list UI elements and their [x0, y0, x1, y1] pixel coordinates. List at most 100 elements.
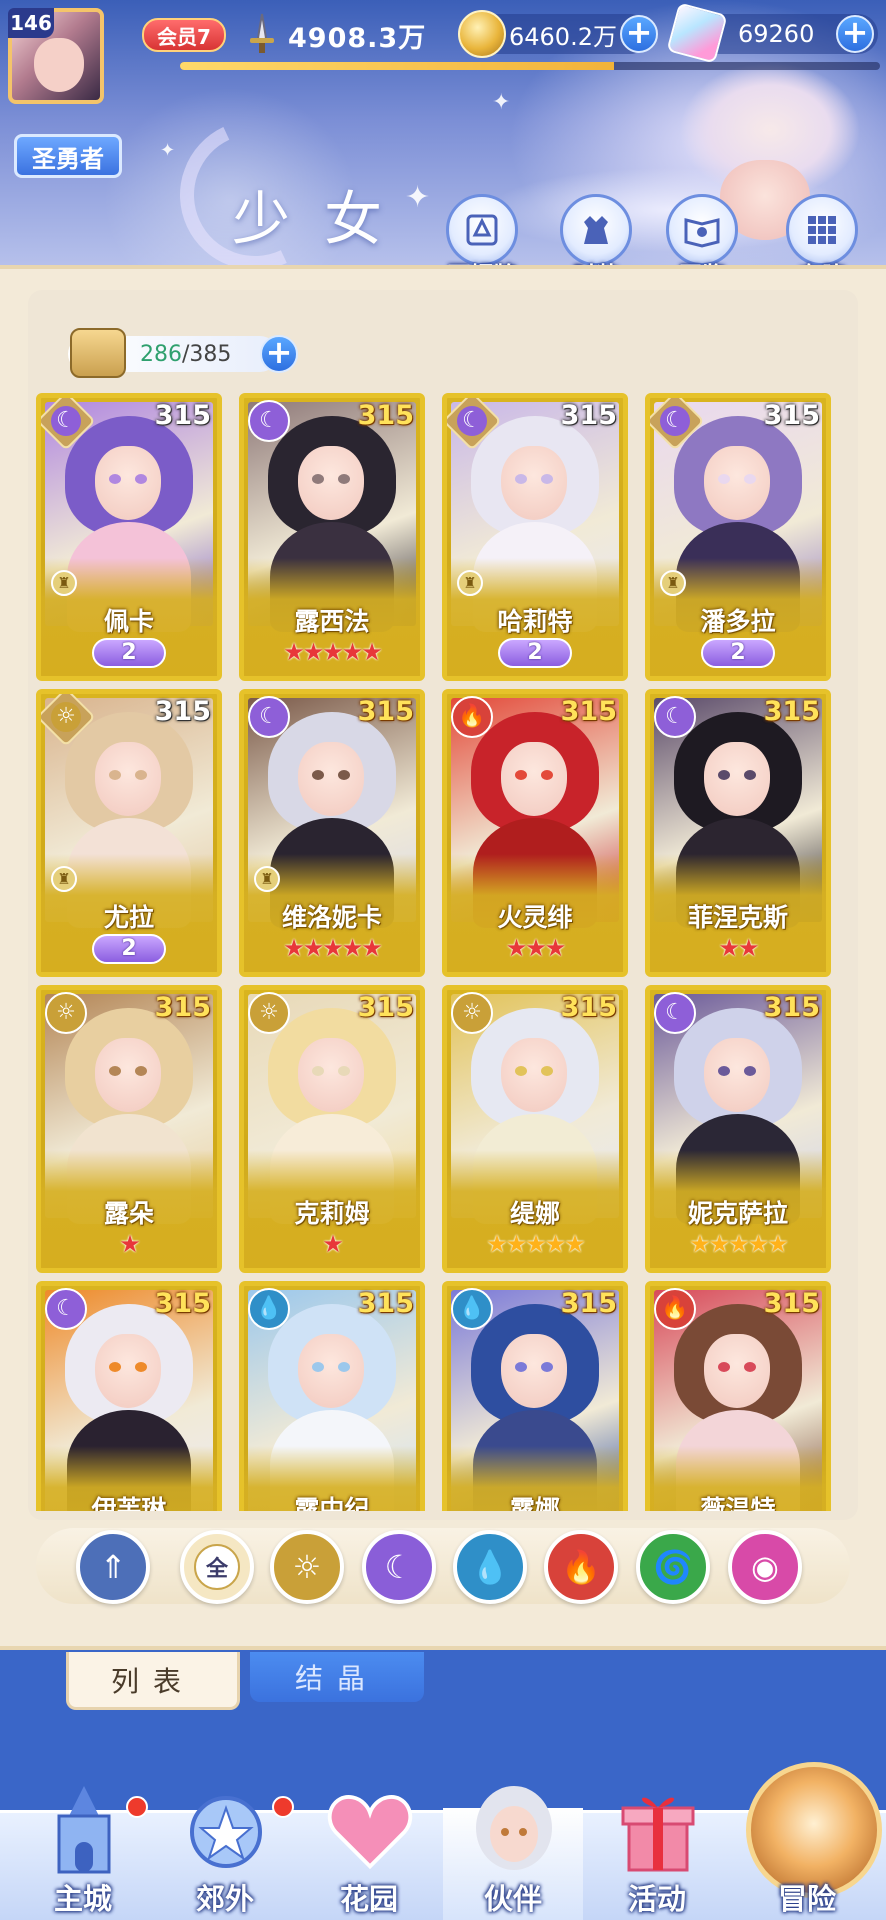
character-card[interactable]: ☼ 315 克莉姆 ★ [239, 985, 425, 1273]
star-icon: ★ [767, 1230, 788, 1258]
vip-badge[interactable]: 会员7 [142, 18, 226, 52]
character-card[interactable]: 💧 315 露中纪 [239, 1281, 425, 1511]
partner-portrait-icon [468, 1780, 560, 1880]
star-icon: ★ [341, 638, 363, 666]
sun-element-icon: ☼ [248, 992, 290, 1034]
character-card[interactable]: ☾ 315 露西法 ★★★★★ [239, 393, 425, 681]
star-icon: ★ [341, 934, 363, 962]
sun-glyph: ☼ [56, 1000, 76, 1025]
character-card[interactable]: 🔥 315 薇温特 [645, 1281, 831, 1511]
portrait-face [704, 742, 770, 816]
filter-water-button[interactable]: 💧 [453, 1530, 527, 1604]
filter-wind-button[interactable]: 🌀 [636, 1530, 710, 1604]
moon-element-icon: ☾ [654, 696, 696, 738]
character-level: 315 [763, 400, 820, 431]
moon-glyph: ☾ [51, 406, 81, 436]
character-level: 315 [154, 400, 211, 431]
roster-owned: 286 [140, 341, 182, 367]
portrait-face [298, 1038, 364, 1112]
filter-sun-button[interactable]: ☼ [270, 1530, 344, 1604]
tab-crystal[interactable]: 结晶 [250, 1652, 424, 1702]
nav-partners-label: 伙伴 [483, 1882, 542, 1916]
filter-dark-icon: ◉ [751, 1548, 779, 1586]
sun-element-icon: ☼ [451, 992, 493, 1034]
moon-glyph: ☾ [660, 406, 690, 436]
portrait-eye [744, 474, 756, 484]
character-grid: ☾ 315 ♜ 佩卡 2 ☾ 315 露西法 ★★★★★ ☾ 315 ♜ 哈莉特 2 ☾ 315 ♜ 潘多拉 2 ☼ 3… [36, 393, 850, 1511]
filter-dark-button[interactable]: ◉ [728, 1530, 802, 1604]
add-gold-button[interactable]: + [620, 15, 658, 53]
rook-role-icon: ♜ [660, 570, 686, 596]
character-name: 妮克萨拉 [687, 1199, 788, 1228]
gift-box-icon [612, 1780, 704, 1880]
character-card[interactable]: ☾ 315 ♜ 维洛妮卡 ★★★★★ [239, 689, 425, 977]
portrait-eye [338, 1362, 350, 1372]
portrait-eye [515, 474, 527, 484]
expand-roster-button[interactable]: + [260, 335, 298, 373]
character-card[interactable]: ☼ 315 缇娜 ★★★★★ [442, 985, 628, 1273]
filter-fire-button[interactable]: 🔥 [544, 1530, 618, 1604]
awaken-rank-badge: 2 [92, 934, 166, 964]
portrait-eye [744, 770, 756, 780]
portrait-face [704, 446, 770, 520]
magic-circle-icon [180, 1780, 272, 1880]
star-rating: ★★★★★ [244, 934, 420, 962]
filter-water-icon: 💧 [470, 1548, 510, 1586]
gem-amount: 69260 [738, 20, 815, 48]
sun-glyph: ☼ [462, 1000, 482, 1025]
awaken-rank-badge: 2 [92, 638, 166, 668]
player-title-badge[interactable]: 圣勇者 [14, 134, 122, 178]
portrait-face [298, 742, 364, 816]
filter-all-label: 全 [194, 1544, 240, 1590]
character-card[interactable]: ☾ 315 妮克萨拉 ★★★★★ [645, 985, 831, 1273]
character-card[interactable]: 🔥 315 火灵绯 ★★★ [442, 689, 628, 977]
portrait-face [95, 742, 161, 816]
page-title: 少女 [232, 185, 417, 253]
star-rating: ★★★★★ [447, 1230, 623, 1258]
portrait-eye [135, 1066, 147, 1076]
portrait-eye [312, 1362, 324, 1372]
portrait-eye [312, 474, 324, 484]
portrait-eye [718, 474, 730, 484]
filter-all-elements-button[interactable]: ⇑ [76, 1530, 150, 1604]
nav-partners[interactable]: 伙伴 [448, 1780, 578, 1920]
character-card[interactable]: ☼ 315 露朵 ★ [36, 985, 222, 1273]
filter-all-button[interactable]: 全 [180, 1530, 254, 1604]
roster-capacity: /385 [182, 341, 232, 367]
character-card[interactable]: ☾ 315 ♜ 潘多拉 2 [645, 393, 831, 681]
portrait-eye [338, 1066, 350, 1076]
star-icon: ★ [525, 934, 546, 962]
portrait-face [298, 446, 364, 520]
star-rating: ★★ [650, 934, 826, 962]
nav-events[interactable]: 活动 [592, 1780, 722, 1920]
character-card[interactable]: ☾ 315 菲涅克斯 ★★ [645, 689, 831, 977]
star-icon: ★ [322, 934, 343, 962]
portrait-face [501, 446, 567, 520]
nav-garden[interactable]: 花园 [304, 1780, 434, 1920]
star-icon: ★ [747, 1230, 769, 1258]
character-card[interactable]: ☾ 315 ♜ 哈莉特 2 [442, 393, 628, 681]
nav-outskirts-label: 郊外 [195, 1882, 254, 1916]
filter-all-elements-icon: ⇑ [99, 1548, 127, 1586]
character-card[interactable]: ☼ 315 ♜ 尤拉 2 [36, 689, 222, 977]
nav-outskirts[interactable]: 郊外 [160, 1780, 294, 1920]
nav-main-city[interactable]: 主城 [18, 1780, 148, 1920]
filter-moon-button[interactable]: ☾ [362, 1530, 436, 1604]
moon-element-icon: ☾ [248, 400, 290, 442]
portrait-eye [515, 770, 527, 780]
moon-glyph: ☾ [665, 704, 685, 729]
star-icon: ★ [505, 934, 527, 962]
character-card[interactable]: ☾ 315 伊芙琳 [36, 1281, 222, 1511]
portrait-eye [135, 1362, 147, 1372]
star-icon: ★ [302, 934, 324, 962]
add-gem-button[interactable]: + [836, 15, 874, 53]
star-icon: ★ [564, 1230, 585, 1258]
character-level: 315 [154, 1288, 211, 1319]
tab-list[interactable]: 列表 [66, 1652, 240, 1710]
star-icon: ★ [302, 638, 324, 666]
nav-adventure[interactable]: 冒险 [742, 1780, 872, 1920]
character-card[interactable]: 💧 315 露娜 [442, 1281, 628, 1511]
character-card[interactable]: ☾ 315 ♜ 佩卡 2 [36, 393, 222, 681]
rook-role-icon: ♜ [254, 866, 280, 892]
character-level: 315 [560, 400, 617, 431]
